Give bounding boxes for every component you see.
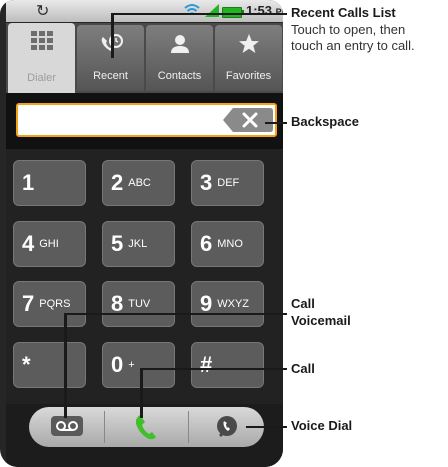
- keypad-icon: [30, 31, 53, 50]
- tab-label-recent: Recent: [93, 70, 128, 82]
- key-1[interactable]: 1: [13, 160, 86, 206]
- callout-voice-dial-title: Voice Dial: [291, 418, 353, 433]
- tab-dialer[interactable]: Dialer: [8, 23, 75, 93]
- callout-leader: [64, 313, 287, 315]
- key-hash[interactable]: #: [191, 342, 264, 388]
- key-0[interactable]: 0 +: [102, 342, 175, 388]
- key-7[interactable]: 7 PQRS: [13, 281, 86, 327]
- tab-label-favorites: Favorites: [225, 70, 272, 82]
- star-icon: [238, 34, 259, 53]
- tab-contacts[interactable]: Contacts: [146, 25, 213, 91]
- keypad: 1 2 ABC 3 DEF 4 GHI 5 JKL 6 MNO 7 PQRS 8 TUV 9W…: [6, 149, 283, 404]
- tab-bar: Dialer Recent Contacts Favorites: [6, 23, 283, 93]
- key-4[interactable]: 4 GHI: [13, 221, 86, 267]
- clock: 1:53 PM: [246, 3, 283, 18]
- callout-call-title: Call: [291, 361, 315, 376]
- tab-label-dialer: Dialer: [27, 72, 56, 84]
- person-icon: [170, 35, 189, 53]
- callout-leader: [64, 313, 67, 418]
- action-bar: [6, 404, 283, 467]
- callout-leader: [246, 426, 287, 428]
- key-star[interactable]: *: [13, 342, 86, 388]
- sync-icon: ↻: [36, 1, 50, 20]
- key-8[interactable]: 8 TUV: [102, 281, 175, 327]
- callout-recent-line1: Touch to open, then: [291, 22, 406, 37]
- key-3[interactable]: 3 DEF: [191, 160, 264, 206]
- key-5[interactable]: 5 JKL: [102, 221, 175, 267]
- callout-voicemail-line1: Call: [291, 296, 315, 311]
- callout-leader: [265, 122, 287, 124]
- callout-voicemail-line2: Voicemail: [291, 313, 351, 328]
- key-2[interactable]: 2 ABC: [102, 160, 175, 206]
- key-6[interactable]: 6 MNO: [191, 221, 264, 267]
- backspace-button[interactable]: [223, 108, 273, 132]
- voice-dial-icon: [216, 416, 237, 438]
- callout-recent-line2: touch an entry to call.: [291, 38, 415, 53]
- callout-backspace-title: Backspace: [291, 114, 359, 129]
- signal-icon: [205, 4, 219, 17]
- status-bar: ↻ 1:53 PM: [6, 0, 283, 22]
- number-display: [6, 93, 283, 149]
- callout-leader: [140, 368, 143, 418]
- tab-favorites[interactable]: Favorites: [215, 25, 282, 91]
- callout-recent-title: Recent Calls List: [291, 5, 396, 20]
- callout-leader: [140, 368, 287, 370]
- phone-handset-icon: [135, 415, 156, 440]
- callout-leader: [111, 14, 114, 58]
- key-9[interactable]: 9 WXYZ: [191, 281, 264, 327]
- call-button[interactable]: [105, 407, 188, 447]
- tab-label-contacts: Contacts: [157, 70, 202, 82]
- callout-leader: [111, 13, 287, 15]
